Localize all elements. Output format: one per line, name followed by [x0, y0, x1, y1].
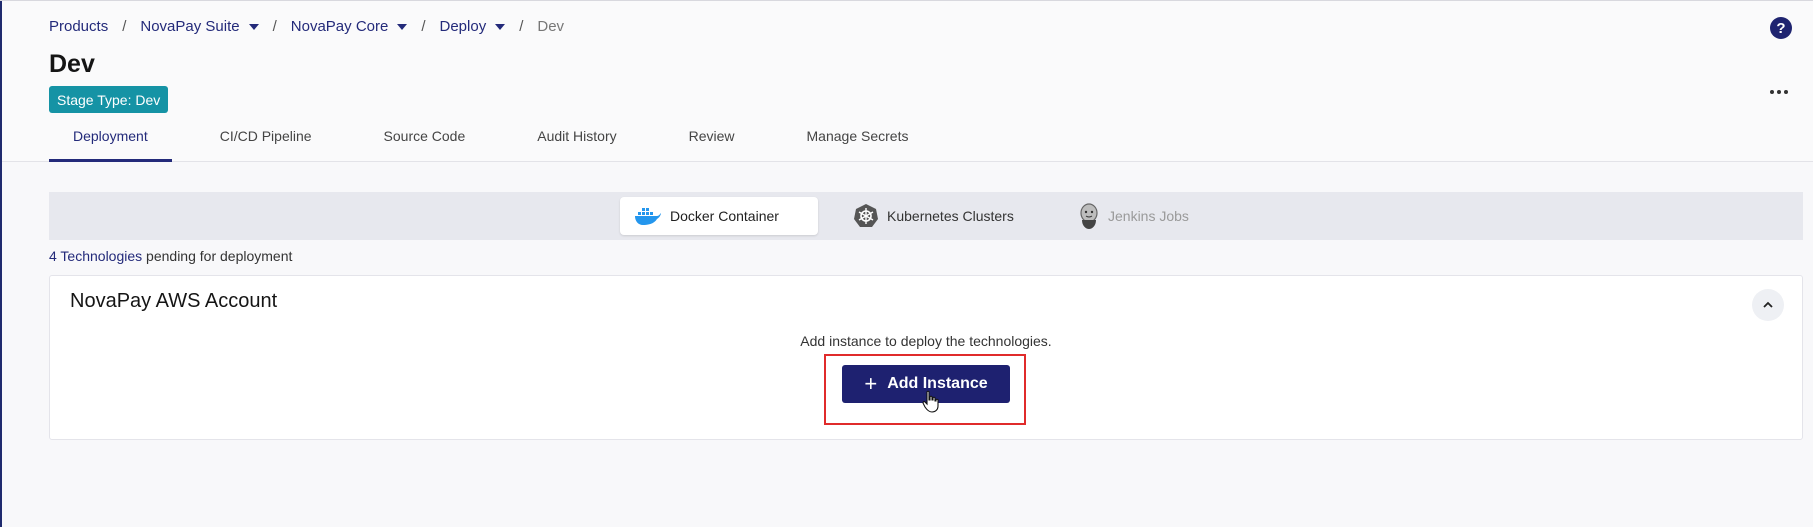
empty-state-text: Add instance to deploy the technologies.	[800, 333, 1052, 349]
page-title: Dev	[49, 50, 95, 78]
jenkins-icon	[1080, 203, 1098, 229]
chevron-up-icon	[1763, 301, 1773, 308]
left-edge	[0, 0, 2, 527]
docker-icon	[635, 208, 661, 225]
technology-switcher: Docker Container Kubernetes Clusters Jen…	[49, 192, 1803, 240]
switch-label: Jenkins Jobs	[1108, 208, 1189, 224]
pending-suffix: pending for deployment	[142, 248, 293, 264]
tab-review[interactable]: Review	[665, 118, 759, 160]
tab-audit-history[interactable]: Audit History	[513, 118, 640, 160]
more-horizontal-icon[interactable]	[1770, 90, 1788, 94]
top-edge	[0, 0, 1813, 1]
breadcrumb-separator: /	[421, 18, 426, 35]
caret-down-icon[interactable]	[397, 23, 408, 30]
breadcrumb-novapay-suite[interactable]: NovaPay Suite	[140, 18, 259, 35]
account-title: NovaPay AWS Account	[70, 290, 278, 312]
hand-cursor-icon	[922, 390, 939, 413]
pending-technologies-text: 4 Technologies pending for deployment	[49, 248, 292, 264]
breadcrumb: Products / NovaPay Suite / NovaPay Core …	[49, 18, 564, 35]
kubernetes-icon	[854, 204, 878, 227]
caret-down-icon[interactable]	[495, 23, 506, 30]
tab-deployment[interactable]: Deployment	[49, 118, 172, 162]
caret-down-icon[interactable]	[248, 23, 259, 30]
tab-ci-cd-pipeline[interactable]: CI/CD Pipeline	[196, 118, 336, 160]
tab-bar: Deployment CI/CD Pipeline Source Code Au…	[49, 118, 956, 162]
breadcrumb-deploy[interactable]: Deploy	[440, 18, 506, 35]
switch-kubernetes-clusters[interactable]: Kubernetes Clusters	[839, 197, 1039, 235]
breadcrumb-products[interactable]: Products	[49, 18, 108, 35]
collapse-button[interactable]	[1752, 289, 1784, 321]
tab-manage-secrets[interactable]: Manage Secrets	[783, 118, 933, 160]
breadcrumb-separator: /	[272, 18, 277, 35]
breadcrumb-current: Dev	[537, 18, 565, 35]
pending-count-link[interactable]: 4 Technologies	[49, 248, 142, 264]
switch-docker-container[interactable]: Docker Container	[620, 197, 818, 235]
switch-label: Kubernetes Clusters	[887, 208, 1014, 224]
page-header: Products / NovaPay Suite / NovaPay Core …	[0, 0, 1813, 162]
switch-label: Docker Container	[670, 208, 779, 224]
breadcrumb-separator: /	[519, 18, 524, 35]
breadcrumb-separator: /	[122, 18, 127, 35]
switch-jenkins-jobs[interactable]: Jenkins Jobs	[1064, 197, 1224, 235]
tab-source-code[interactable]: Source Code	[360, 118, 490, 160]
stage-type-badge: Stage Type: Dev	[49, 86, 169, 113]
plus-icon: +	[864, 371, 878, 396]
aws-account-card: NovaPay AWS Account Add instance to depl…	[49, 275, 1803, 440]
question-circle-icon[interactable]: ?	[1770, 17, 1792, 39]
breadcrumb-novapay-core[interactable]: NovaPay Core	[291, 18, 408, 35]
